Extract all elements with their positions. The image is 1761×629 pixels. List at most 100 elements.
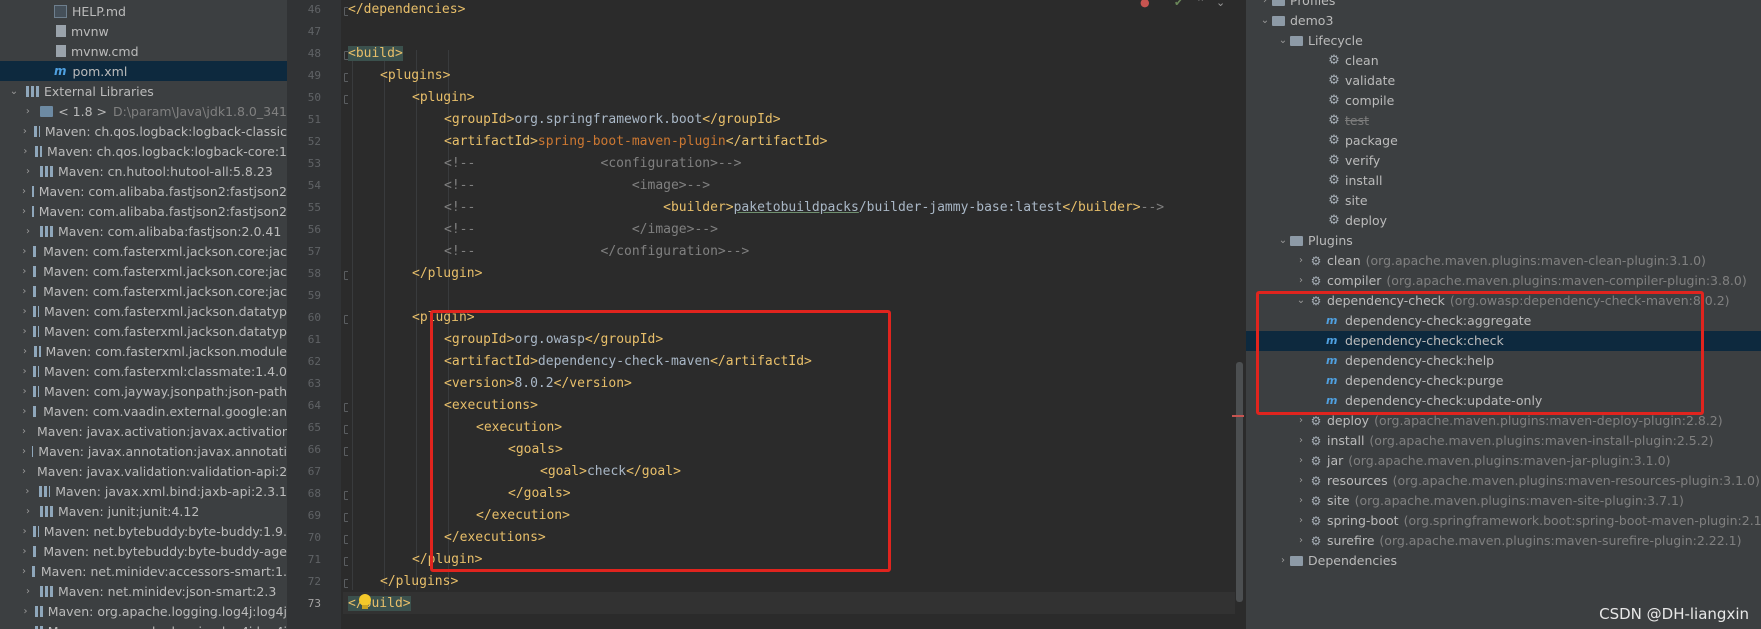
tree-item[interactable]: › Maven: com.fasterxml.jackson.core:jac <box>0 241 287 261</box>
chevron-right-icon[interactable]: › <box>1294 251 1308 271</box>
maven-tree-item[interactable]: ⚙ verify <box>1312 151 1380 171</box>
maven-tree-item[interactable]: ⌄ Lifecycle <box>1276 31 1363 51</box>
chevron-right-icon[interactable]: › <box>22 126 28 137</box>
chevron-right-icon[interactable]: › <box>1294 431 1308 451</box>
chevron-right-icon[interactable]: › <box>22 266 27 277</box>
tree-item[interactable]: › Maven: com.alibaba.fastjson2:fastjson2 <box>0 201 287 221</box>
tree-item[interactable]: mvnw.cmd <box>0 41 287 61</box>
tree-item[interactable]: › < 1.8 > D:\param\Java\jdk1.8.0_341 <box>0 101 287 121</box>
chevron-right-icon[interactable]: › <box>22 426 26 437</box>
chevron-down-icon[interactable]: ⌄ <box>8 86 20 97</box>
chevron-right-icon[interactable]: › <box>22 406 27 417</box>
maven-tree-item[interactable]: › Dependencies <box>1276 551 1397 571</box>
chevron-right-icon[interactable]: › <box>1258 0 1272 11</box>
maven-tree-item[interactable]: ⚙ install <box>1312 171 1382 191</box>
chevron-right-icon[interactable]: › <box>22 106 34 117</box>
tree-item[interactable]: › Maven: net.bytebuddy:byte-buddy-age <box>0 541 287 561</box>
chevron-down-icon[interactable]: ⌄ <box>1258 11 1272 31</box>
maven-tree-item[interactable]: › ⚙ site (org.apache.maven.plugins:maven-si… <box>1294 491 1684 511</box>
chevron-right-icon[interactable]: › <box>22 486 33 497</box>
chevron-right-icon[interactable]: › <box>22 286 27 297</box>
chevron-right-icon[interactable]: › <box>22 326 27 337</box>
chevron-right-icon[interactable]: › <box>22 566 26 577</box>
chevron-right-icon[interactable]: › <box>22 346 28 357</box>
maven-tree-item[interactable]: › ⚙ surefire (org.apache.maven.plugins:mave… <box>1294 531 1741 551</box>
tree-item[interactable]: › Maven: com.fasterxml.jackson.datatyp <box>0 301 287 321</box>
chevron-right-icon[interactable]: › <box>1294 451 1308 471</box>
maven-tree-item[interactable]: ⚙ test <box>1312 111 1369 131</box>
maven-tree-item[interactable]: › ⚙ jar (org.apache.maven.plugins:maven-jar… <box>1294 451 1670 471</box>
chevron-right-icon[interactable]: › <box>22 606 29 617</box>
chevron-right-icon[interactable]: › <box>22 226 34 237</box>
tree-item[interactable]: › Maven: org.apache.logging.log4j:log4j <box>0 601 287 621</box>
tree-item[interactable]: › Maven: org.apache.logging.log4j:log4j <box>0 621 287 629</box>
tree-item[interactable]: › Maven: javax.annotation:javax.annotati <box>0 441 287 461</box>
chevron-right-icon[interactable]: › <box>1276 551 1290 571</box>
chevron-right-icon[interactable]: › <box>22 306 27 317</box>
tree-item[interactable]: › Maven: net.minidev:json-smart:2.3 <box>0 581 287 601</box>
chevron-right-icon[interactable]: › <box>22 366 27 377</box>
maven-tree-item[interactable]: › Profiles <box>1258 0 1335 11</box>
tree-item[interactable]: HELP.md <box>0 1 287 21</box>
chevron-right-icon[interactable]: › <box>22 446 26 457</box>
chevron-right-icon[interactable]: › <box>1294 471 1308 491</box>
chevron-right-icon[interactable]: › <box>22 546 27 557</box>
chevron-right-icon[interactable]: › <box>22 506 34 517</box>
chevron-right-icon[interactable]: › <box>1294 491 1308 511</box>
tree-item[interactable]: › Maven: javax.xml.bind:jaxb-api:2.3.1 <box>0 481 287 501</box>
tree-item[interactable]: › Maven: cn.hutool:hutool-all:5.8.23 <box>0 161 287 181</box>
chevron-right-icon[interactable]: › <box>22 586 34 597</box>
chevron-down-icon[interactable]: ⌄ <box>1276 231 1290 251</box>
chevron-right-icon[interactable]: › <box>1294 511 1308 531</box>
tree-item[interactable]: › Maven: com.vaadin.external.google:an <box>0 401 287 421</box>
maven-tree-item[interactable]: ⚙ clean <box>1312 51 1378 71</box>
chevron-right-icon[interactable]: › <box>22 186 26 197</box>
chevron-right-icon[interactable]: › <box>22 626 29 629</box>
tree-item[interactable]: › Maven: ch.qos.logback:logback-classic <box>0 121 287 141</box>
tree-item[interactable]: › Maven: com.alibaba.fastjson2:fastjson2 <box>0 181 287 201</box>
chevron-right-icon[interactable]: › <box>1294 531 1308 551</box>
tree-item[interactable]: › Maven: com.fasterxml.jackson.core:jac <box>0 261 287 281</box>
maven-tree-item[interactable]: › ⚙ install (org.apache.maven.plugins:maven… <box>1294 431 1714 451</box>
chevron-up-icon[interactable]: ⌃ <box>1196 0 1205 9</box>
tree-item[interactable]: › Maven: com.alibaba:fastjson:2.0.41 <box>0 221 287 241</box>
inspection-widget[interactable]: ● ✔ ⌃ ⌄ <box>1140 0 1230 10</box>
chevron-right-icon[interactable]: › <box>22 166 34 177</box>
maven-tree-item[interactable]: › ⚙ compiler (org.apache.maven.plugins:mave… <box>1294 271 1747 291</box>
chevron-right-icon[interactable]: › <box>22 386 27 397</box>
tree-item[interactable]: mvnw <box>0 21 287 41</box>
tree-item[interactable]: › Maven: ch.qos.logback:logback-core:1 <box>0 141 287 161</box>
chevron-right-icon[interactable]: › <box>22 206 26 217</box>
maven-tree-item[interactable]: › ⚙ clean (org.apache.maven.plugins:maven-c… <box>1294 251 1706 271</box>
scrollbar-thumb[interactable] <box>1236 362 1243 602</box>
tree-item[interactable]: › Maven: com.fasterxml.jackson.datatyp <box>0 321 287 341</box>
maven-tree-item[interactable]: ⌄ Plugins <box>1276 231 1353 251</box>
tree-item[interactable]: ⌄ External Libraries <box>0 81 287 101</box>
tree-item[interactable]: › Maven: javax.validation:validation-api:… <box>0 461 287 481</box>
tree-item[interactable]: › Maven: com.fasterxml:classmate:1.4.0 <box>0 361 287 381</box>
error-stripe-mark[interactable] <box>1232 415 1244 417</box>
maven-tree-item[interactable]: › ⚙ resources (org.apache.maven.plugins:mav… <box>1294 471 1760 491</box>
chevron-down-icon[interactable]: ⌄ <box>1216 0 1225 9</box>
tree-item[interactable]: › Maven: com.fasterxml.jackson.module <box>0 341 287 361</box>
lightbulb-icon[interactable] <box>358 594 372 610</box>
tree-item[interactable]: › Maven: junit:junit:4.12 <box>0 501 287 521</box>
maven-tree-item[interactable]: ⚙ deploy <box>1312 211 1387 231</box>
chevron-right-icon[interactable]: › <box>22 526 27 537</box>
chevron-right-icon[interactable]: › <box>22 246 27 257</box>
tree-item[interactable]: › Maven: net.bytebuddy:byte-buddy:1.9. <box>0 521 287 541</box>
maven-tree-item[interactable]: ⚙ validate <box>1312 71 1395 91</box>
maven-tree-item[interactable]: ⚙ compile <box>1312 91 1394 111</box>
maven-tree-item[interactable]: ⚙ site <box>1312 191 1367 211</box>
maven-tree-item[interactable]: ⚙ package <box>1312 131 1398 151</box>
tree-item[interactable]: › Maven: net.minidev:accessors-smart:1. <box>0 561 287 581</box>
maven-tree-item[interactable]: › ⚙ spring-boot (org.springframework.boot:s… <box>1294 511 1761 531</box>
chevron-right-icon[interactable]: › <box>22 146 29 157</box>
chevron-right-icon[interactable]: › <box>1294 271 1308 291</box>
tree-item[interactable]: › Maven: com.fasterxml.jackson.core:jac <box>0 281 287 301</box>
tree-item[interactable]: › Maven: javax.activation:javax.activatio… <box>0 421 287 441</box>
tree-item[interactable]: › Maven: com.jayway.jsonpath:json-path <box>0 381 287 401</box>
tree-item[interactable]: m pom.xml <box>0 61 287 81</box>
chevron-right-icon[interactable]: › <box>22 466 26 477</box>
chevron-down-icon[interactable]: ⌄ <box>1276 31 1290 51</box>
